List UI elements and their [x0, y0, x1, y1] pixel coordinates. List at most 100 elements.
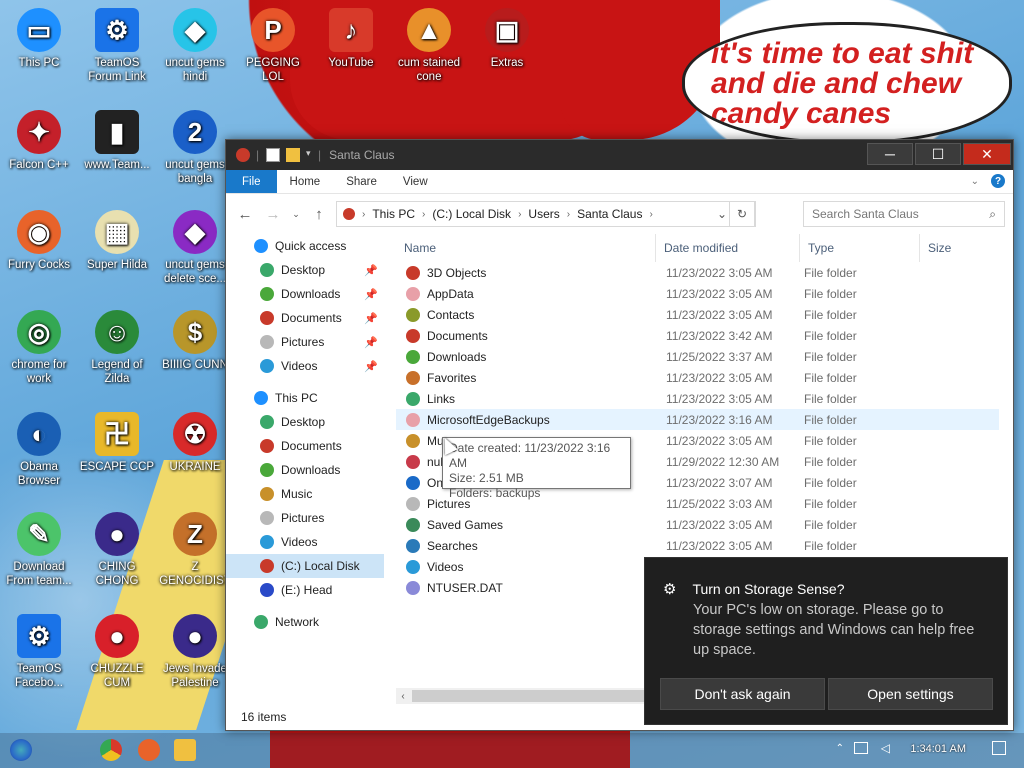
file-row[interactable]: Searches 11/23/2022 3:05 AM File folder [396, 535, 999, 556]
desktop-icon[interactable]: ▲ cum stained cone [390, 8, 468, 84]
file-row[interactable]: 3D Objects 11/23/2022 3:05 AM File folder [396, 262, 999, 283]
firefox-taskbar-icon[interactable] [138, 739, 160, 761]
nav-item[interactable]: Videos 📌 [226, 354, 384, 378]
nav-item-icon [260, 359, 274, 373]
desktop-icon[interactable]: Z Z GENOCIDIST [156, 512, 234, 588]
nav-item[interactable]: Music [226, 482, 384, 506]
horizontal-scrollbar[interactable]: ‹ [396, 688, 656, 704]
file-row[interactable]: Favorites 11/23/2022 3:05 AM File folder [396, 367, 999, 388]
desktop-icon[interactable]: ◐ Obama Browser [0, 412, 78, 488]
nav-item[interactable]: (C:) Local Disk [226, 554, 384, 578]
volume-icon[interactable]: ◁ [881, 741, 890, 755]
desktop-icon[interactable]: ◆ uncut gems hindi [156, 8, 234, 84]
app-icon[interactable] [236, 148, 250, 162]
desktop-icon[interactable]: ◆ uncut gems delete sce... [156, 210, 234, 286]
column-size[interactable]: Size [920, 234, 990, 262]
properties-icon[interactable] [266, 148, 280, 162]
network-icon[interactable] [854, 742, 868, 754]
file-row[interactable]: Downloads 11/25/2022 3:37 AM File folder [396, 346, 999, 367]
file-row[interactable]: Contacts 11/23/2022 3:05 AM File folder [396, 304, 999, 325]
desktop-icon[interactable]: ☢ UKRAINE [156, 412, 234, 474]
dont-ask-again-button[interactable]: Don't ask again [660, 678, 825, 710]
tab-view[interactable]: View [390, 170, 441, 193]
nav-item[interactable]: Pictures [226, 506, 384, 530]
breadcrumb-users[interactable]: Users [528, 207, 559, 221]
nav-item[interactable]: Documents 📌 [226, 306, 384, 330]
open-settings-button[interactable]: Open settings [828, 678, 993, 710]
nav-item[interactable]: Downloads [226, 458, 384, 482]
desktop-icon[interactable]: ▦ Super Hilda [78, 210, 156, 272]
back-arrow-icon[interactable]: ← [234, 206, 256, 223]
breadcrumb-local-disk[interactable]: (C:) Local Disk [432, 207, 511, 221]
desktop-icon[interactable]: ● Jews Invade Palestine [156, 614, 234, 690]
file-explorer-taskbar-icon[interactable] [174, 739, 196, 761]
desktop-icon[interactable]: 卍 ESCAPE CCP [78, 412, 156, 474]
minimize-button[interactable]: ─ [867, 143, 913, 165]
tab-share[interactable]: Share [333, 170, 390, 193]
desktop-icon[interactable]: P PEGGING LOL [234, 8, 312, 84]
desktop-icon[interactable]: ✎ Download From team... [0, 512, 78, 588]
help-icon[interactable]: ? [991, 174, 1005, 188]
scrollbar-thumb[interactable] [412, 690, 656, 702]
nav-item[interactable]: This PC [226, 386, 384, 410]
nav-item[interactable]: Desktop 📌 [226, 258, 384, 282]
recent-chevron-icon[interactable]: ⌄ [290, 209, 302, 220]
nav-item[interactable]: Quick access [226, 234, 384, 258]
column-date-modified[interactable]: Date modified [656, 234, 800, 262]
up-arrow-icon[interactable]: ↑ [308, 206, 330, 223]
tab-home[interactable]: Home [277, 170, 334, 193]
address-dropdown-icon[interactable]: ⌄ [717, 207, 727, 221]
notification-center-icon[interactable] [992, 741, 1006, 755]
breadcrumb-santa-claus[interactable]: Santa Claus [577, 207, 642, 221]
desktop-icon[interactable]: ⚙ TeamOS Forum Link [78, 8, 156, 84]
desktop-icon[interactable]: $ BIIIIG CUNN [156, 310, 234, 372]
refresh-icon[interactable]: ↻ [729, 201, 755, 227]
show-hidden-icons-chevron-icon[interactable]: ⌃ [836, 743, 844, 754]
file-row[interactable]: Saved Games 11/23/2022 3:05 AM File folder [396, 514, 999, 535]
start-button[interactable] [10, 739, 32, 761]
file-row[interactable]: Documents 11/23/2022 3:42 AM File folder [396, 325, 999, 346]
nav-item[interactable]: Downloads 📌 [226, 282, 384, 306]
desktop-icon[interactable]: ⚙ TeamOS Facebo... [0, 614, 78, 690]
file-row[interactable]: AppData 11/23/2022 3:05 AM File folder [396, 283, 999, 304]
tab-file[interactable]: File [226, 170, 277, 193]
desktop-icon[interactable]: ▭ This PC [0, 8, 78, 70]
desktop-icon[interactable]: ▣ Extras [468, 8, 546, 70]
desktop-icon[interactable]: ☺ Legend of Zilda [78, 310, 156, 386]
nav-item-label: Downloads [281, 463, 341, 477]
chrome-taskbar-icon[interactable] [100, 739, 122, 761]
file-row[interactable]: Links 11/23/2022 3:05 AM File folder [396, 388, 999, 409]
nav-item[interactable]: Desktop [226, 410, 384, 434]
desktop-icon[interactable]: ✦ Falcon C++ [0, 110, 78, 172]
desktop-icon[interactable]: ▮ www.Team... [78, 110, 156, 172]
close-button[interactable]: ✕ [963, 143, 1011, 165]
search-input[interactable]: Search Santa Claus ⌕ [803, 201, 1005, 227]
breadcrumb-this-pc[interactable]: This PC [372, 207, 415, 221]
desktop-icon[interactable]: 2 uncut gems bangla [156, 110, 234, 186]
file-rows: 3D Objects 11/23/2022 3:05 AM File folder A… [396, 262, 999, 598]
folder-icon [406, 433, 420, 448]
maximize-button[interactable]: ☐ [915, 143, 961, 165]
desktop-icon-label: Furry Cocks [8, 259, 70, 271]
address-bar[interactable]: › This PC › (C:) Local Disk › Users › Sa… [336, 201, 756, 227]
forward-arrow-icon[interactable]: → [262, 206, 284, 223]
nav-item[interactable]: Pictures 📌 [226, 330, 384, 354]
desktop-icon[interactable]: ◉ Furry Cocks [0, 210, 78, 272]
nav-item[interactable]: (E:) Head [226, 578, 384, 602]
new-folder-icon[interactable] [286, 148, 300, 162]
file-name-cell: Favorites [396, 370, 656, 385]
nav-item[interactable]: Videos [226, 530, 384, 554]
nav-item[interactable]: Network [226, 610, 384, 634]
desktop-icon[interactable]: ● CHING CHONG [78, 512, 156, 588]
clock[interactable]: 1:34:01 AM [910, 743, 966, 755]
expand-ribbon-chevron-icon[interactable]: ⌄ [971, 176, 979, 187]
scroll-left-arrow-icon[interactable]: ‹ [396, 691, 410, 702]
desktop-icon[interactable]: ♪ YouTube [312, 8, 390, 70]
desktop-icon[interactable]: ◎ chrome for work [0, 310, 78, 386]
title-bar[interactable]: | ▾ | Santa Claus ─ ☐ ✕ [226, 140, 1013, 170]
nav-item[interactable]: Documents [226, 434, 384, 458]
desktop-icon[interactable]: ● CHUZZLE CUM [78, 614, 156, 690]
customize-chevron-icon[interactable]: ▾ [306, 148, 316, 162]
column-type[interactable]: Type [800, 234, 920, 262]
file-row[interactable]: MicrosoftEdgeBackups 11/23/2022 3:16 AM Fi… [396, 409, 999, 430]
